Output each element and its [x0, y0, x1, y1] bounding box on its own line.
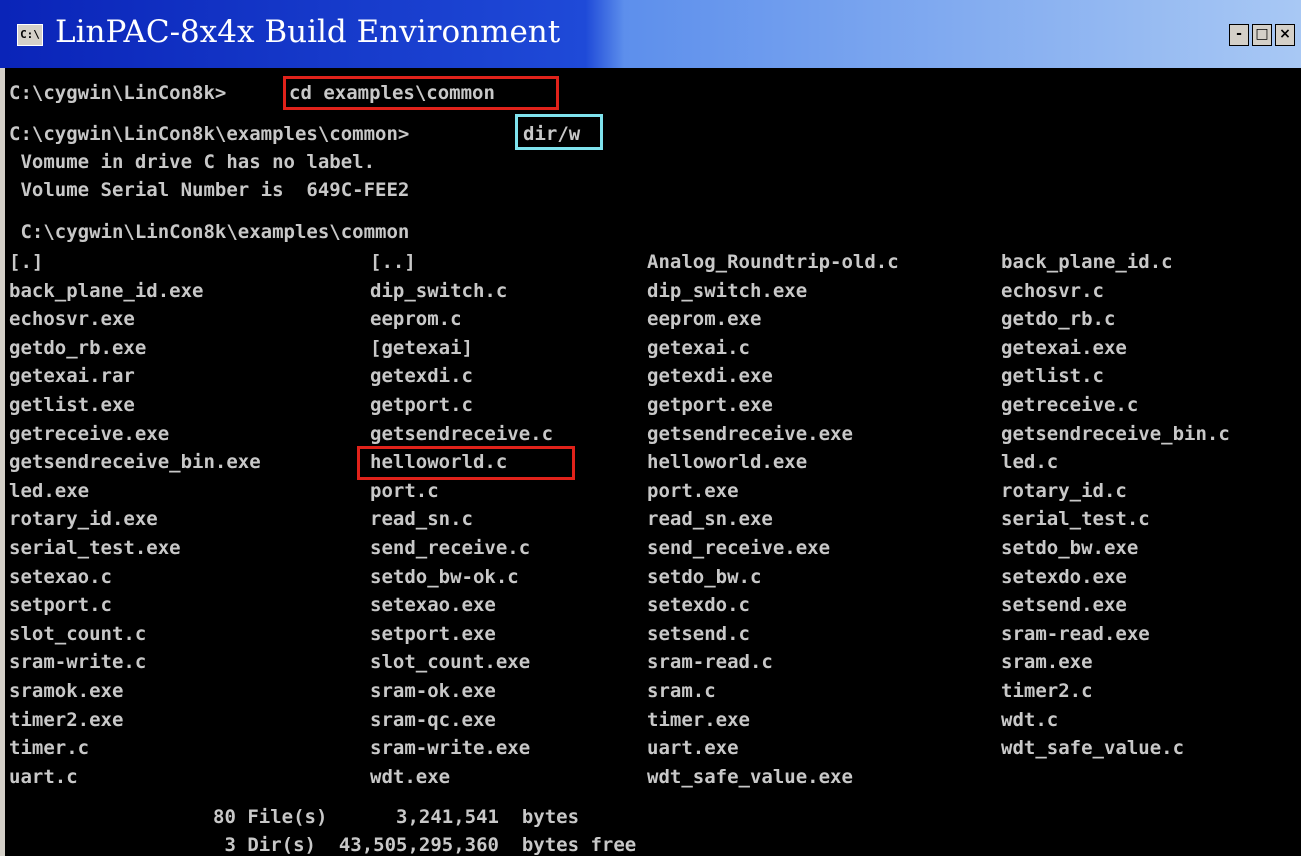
file-entry: Analog_Roundtrip-old.c	[647, 251, 899, 273]
file-entry: back_plane_id.exe	[9, 279, 204, 302]
file-entry: timer2.exe	[9, 708, 124, 731]
file-entry: slot_count.exe	[370, 651, 531, 674]
file-entry: getreceive.c	[1001, 394, 1139, 416]
file-entry: wdt_safe_value.c	[1001, 737, 1185, 760]
file-entry: getexai.c	[647, 336, 750, 359]
file-entry: send_receive.c	[370, 537, 531, 559]
file-entry: [..]	[370, 251, 416, 273]
file-entry: echosvr.c	[1001, 279, 1104, 302]
file-entry: uart.c	[9, 765, 78, 788]
file-entry: sram.c	[647, 680, 716, 702]
file-entry: [getexai]	[370, 336, 473, 359]
file-entry: getport.c	[370, 394, 473, 416]
file-entry: echosvr.exe	[9, 308, 135, 331]
file-entry: send_receive.exe	[647, 537, 831, 559]
file-entry: sram-write.exe	[370, 737, 531, 760]
file-entry: helloworld.exe	[647, 451, 808, 474]
file-entry: serial_test.exe	[9, 537, 181, 559]
file-entry: setexdo.exe	[1001, 565, 1127, 588]
file-entry: back_plane_id.c	[1001, 251, 1173, 273]
window-title: LinPAC-8x4x Build Environment	[55, 14, 561, 50]
file-entry: sram-write.c	[9, 651, 147, 674]
file-entry: getsendreceive_bin.c	[1001, 422, 1230, 445]
file-entry: setport.c	[9, 594, 112, 617]
file-entry: getsendreceive.c	[370, 422, 554, 445]
file-entry: sram-read.exe	[1001, 622, 1150, 645]
file-entry: wdt.c	[1001, 708, 1059, 731]
file-entry: timer.c	[9, 737, 90, 760]
file-entry: timer.exe	[647, 708, 750, 731]
file-entry: sramok.exe	[9, 680, 124, 702]
file-entry: getreceive.exe	[9, 422, 170, 445]
file-entry: led.c	[1001, 451, 1059, 474]
file-entry: timer2.c	[1001, 680, 1093, 702]
file-entry: setport.exe	[370, 622, 496, 645]
file-entry: eeprom.c	[370, 308, 462, 331]
file-entry: setsend.exe	[1001, 594, 1127, 617]
file-entry: read_sn.exe	[647, 508, 773, 531]
file-entry: setexao.c	[9, 565, 112, 588]
directory-header: C:\cygwin\LinCon8k\examples\common	[9, 221, 410, 243]
file-entry: getport.exe	[647, 394, 773, 416]
file-entry: setsend.c	[647, 622, 750, 645]
minimize-button[interactable]: -	[1229, 24, 1249, 46]
highlight-cd-command	[283, 76, 559, 110]
highlight-helloworld	[357, 446, 575, 480]
file-entry: getlist.c	[1001, 365, 1104, 388]
close-button[interactable]: ×	[1275, 24, 1295, 46]
file-entry: slot_count.c	[9, 622, 147, 645]
file-entry: setexdo.c	[647, 594, 750, 617]
file-entry: led.exe	[9, 479, 90, 502]
file-entry: sram.exe	[1001, 651, 1093, 674]
file-entry: wdt_safe_value.exe	[647, 765, 853, 788]
file-entry: getdo_rb.c	[1001, 308, 1116, 331]
file-entry: getexdi.c	[370, 365, 473, 388]
file-entry: eeprom.exe	[647, 308, 762, 331]
file-entry: getdo_rb.exe	[9, 336, 147, 359]
file-entry: setdo_bw.exe	[1001, 537, 1139, 559]
volume-serial-line: Volume Serial Number is 649C-FEE2	[9, 179, 410, 201]
file-entry: getsendreceive.exe	[647, 422, 853, 445]
file-entry: setexao.exe	[370, 594, 496, 617]
highlight-dir-command	[515, 114, 603, 150]
file-entry: dip_switch.c	[370, 279, 508, 302]
file-entry: setdo_bw-ok.c	[370, 565, 519, 588]
summary-dirs: 3 Dir(s) 43,505,295,360 bytes free	[213, 834, 637, 856]
file-entry: wdt.exe	[370, 765, 451, 788]
maximize-button[interactable]: □	[1252, 24, 1272, 46]
file-entry: rotary_id.exe	[9, 508, 158, 531]
file-entry: getsendreceive_bin.exe	[9, 451, 261, 474]
console-app-icon[interactable]: C:\	[17, 24, 43, 46]
title-bar[interactable]: C:\ LinPAC-8x4x Build Environment - □ ×	[0, 0, 1301, 68]
console-window: C:\ LinPAC-8x4x Build Environment - □ × …	[0, 0, 1301, 856]
file-entry: sram-read.c	[647, 651, 773, 674]
file-entry: getexdi.exe	[647, 365, 773, 388]
file-entry: setdo_bw.c	[647, 565, 762, 588]
file-entry: getexai.exe	[1001, 336, 1127, 359]
file-entry: port.c	[370, 479, 439, 502]
prompt-2: C:\cygwin\LinCon8k\examples\common>	[9, 123, 410, 145]
file-entry: read_sn.c	[370, 508, 473, 531]
prompt-1: C:\cygwin\LinCon8k>	[9, 82, 227, 104]
file-entry: [.]	[9, 251, 44, 273]
file-entry: sram-ok.exe	[370, 680, 496, 702]
file-entry: uart.exe	[647, 737, 739, 760]
file-entry: port.exe	[647, 479, 739, 502]
console-output[interactable]: C:\cygwin\LinCon8k> cd examples\common C…	[0, 68, 1301, 856]
summary-files: 80 File(s) 3,241,541 bytes	[213, 806, 580, 828]
volume-label-line: Vomume in drive C has no label.	[9, 151, 376, 173]
file-entry: rotary_id.c	[1001, 479, 1127, 502]
file-entry: sram-qc.exe	[370, 708, 496, 731]
file-entry: getlist.exe	[9, 394, 135, 416]
file-entry: serial_test.c	[1001, 508, 1150, 531]
window-controls: - □ ×	[1229, 24, 1295, 46]
file-entry: getexai.rar	[9, 365, 135, 388]
file-entry: dip_switch.exe	[647, 279, 808, 302]
